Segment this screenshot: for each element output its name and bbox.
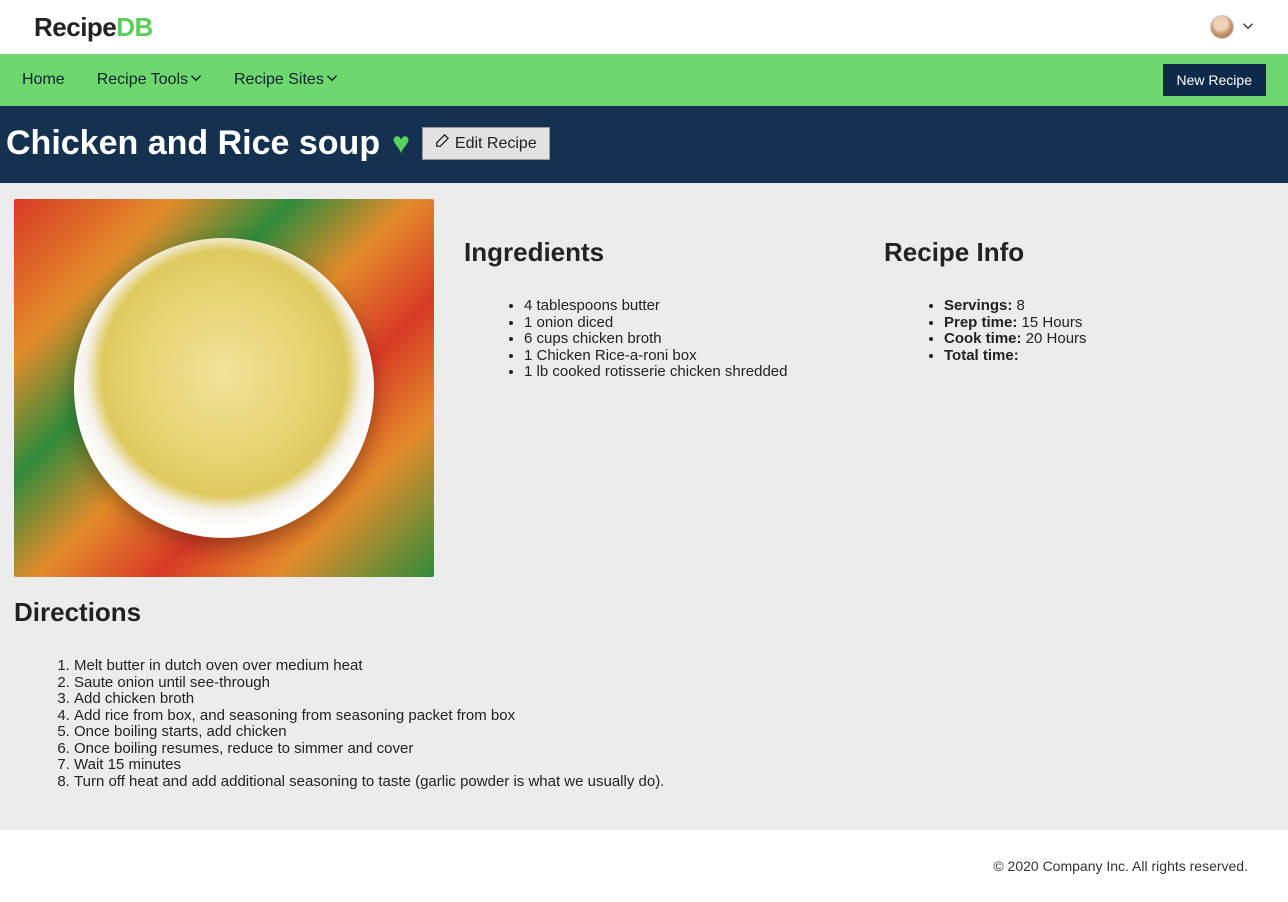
content: Ingredients 4 tablespoons butter1 onion … [0,183,1288,830]
nav-recipe-sites[interactable]: Recipe Sites [234,71,338,89]
footer-text: © 2020 Company Inc. All rights reserved. [993,858,1248,874]
directions-list: Melt butter in dutch oven over medium he… [14,658,1274,790]
recipe-info-heading: Recipe Info [884,237,1274,268]
ingredient-item: 4 tablespoons butter [524,298,854,315]
top-grid: Ingredients 4 tablespoons butter1 onion … [14,199,1274,577]
nav-home[interactable]: Home [22,71,65,89]
nav-home-label: Home [22,71,65,89]
ingredients-section: Ingredients 4 tablespoons butter1 onion … [464,199,854,381]
ingredient-item: 1 lb cooked rotisserie chicken shredded [524,364,854,381]
chevron-down-icon [1242,20,1254,35]
new-recipe-button[interactable]: New Recipe [1163,64,1266,96]
chevron-down-icon [190,71,202,89]
ingredient-item: 1 onion diced [524,315,854,332]
ingredients-list: 4 tablespoons butter1 onion diced6 cups … [464,298,854,381]
pencil-icon [435,134,449,153]
direction-step: Add chicken broth [74,691,1274,708]
direction-step: Saute onion until see-through [74,675,1274,692]
directions-section: Directions Melt butter in dutch oven ove… [14,597,1274,790]
direction-step: Melt butter in dutch oven over medium he… [74,658,1274,675]
avatar [1210,15,1234,39]
new-recipe-label: New Recipe [1177,72,1252,88]
title-bar: Chicken and Rice soup ♥ Edit Recipe [0,106,1288,183]
direction-step: Once boiling starts, add chicken [74,724,1274,741]
footer: © 2020 Company Inc. All rights reserved. [0,830,1288,902]
ingredients-heading: Ingredients [464,237,854,268]
chevron-down-icon [326,71,338,89]
ingredient-item: 6 cups chicken broth [524,331,854,348]
logo-text-1: Recipe [34,12,116,42]
recipe-info-list: Servings: 8 Prep time: 15 Hours Cook tim… [884,298,1274,364]
info-cook: Cook time: 20 Hours [944,331,1274,348]
direction-step: Add rice from box, and seasoning from se… [74,708,1274,725]
nav-left: Home Recipe Tools Recipe Sites [22,71,338,89]
navbar: Home Recipe Tools Recipe Sites New Recip… [0,54,1288,106]
nav-tools-label: Recipe Tools [97,71,188,89]
logo[interactable]: RecipeDB [34,12,153,43]
recipe-image [14,199,434,577]
info-total: Total time: [944,348,1274,365]
ingredient-item: 1 Chicken Rice-a-roni box [524,348,854,365]
direction-step: Once boiling resumes, reduce to simmer a… [74,741,1274,758]
edit-recipe-button[interactable]: Edit Recipe [422,127,550,160]
servings-value: 8 [1012,297,1025,314]
page-title: Chicken and Rice soup [6,124,380,163]
bowl-illustration [74,238,374,538]
nav-recipe-tools[interactable]: Recipe Tools [97,71,202,89]
recipe-info-section: Recipe Info Servings: 8 Prep time: 15 Ho… [884,199,1274,364]
direction-step: Wait 15 minutes [74,757,1274,774]
heart-icon[interactable]: ♥ [392,127,410,161]
prep-value: 15 Hours [1017,314,1082,331]
info-servings: Servings: 8 [944,298,1274,315]
directions-heading: Directions [14,597,1274,628]
servings-label: Servings: [944,297,1012,314]
logo-text-2: DB [116,12,153,42]
cook-label: Cook time: [944,330,1022,347]
header: RecipeDB [0,0,1288,54]
cook-value: 20 Hours [1022,330,1087,347]
info-prep: Prep time: 15 Hours [944,315,1274,332]
prep-label: Prep time: [944,314,1017,331]
total-label: Total time: [944,347,1019,364]
nav-sites-label: Recipe Sites [234,71,324,89]
edit-label: Edit Recipe [455,135,537,153]
direction-step: Turn off heat and add additional seasoni… [74,774,1274,791]
user-menu[interactable] [1210,15,1254,39]
